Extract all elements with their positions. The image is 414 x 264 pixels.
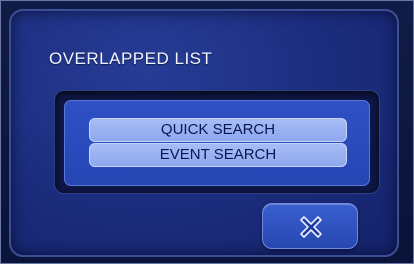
close-x-icon <box>300 216 322 238</box>
overlapped-list-panel: QUICK SEARCH EVENT SEARCH <box>54 90 380 194</box>
list-item-quick-search[interactable]: QUICK SEARCH <box>89 118 347 142</box>
window-frame: OVERLAPPED LIST QUICK SEARCH EVENT SEARC… <box>0 0 414 264</box>
list-item-event-search[interactable]: EVENT SEARCH <box>89 143 347 167</box>
close-button[interactable] <box>262 203 358 249</box>
overlapped-list-dialog: OVERLAPPED LIST QUICK SEARCH EVENT SEARC… <box>9 9 399 257</box>
overlapped-list: QUICK SEARCH EVENT SEARCH <box>64 100 370 186</box>
dialog-title: OVERLAPPED LIST <box>49 49 213 68</box>
